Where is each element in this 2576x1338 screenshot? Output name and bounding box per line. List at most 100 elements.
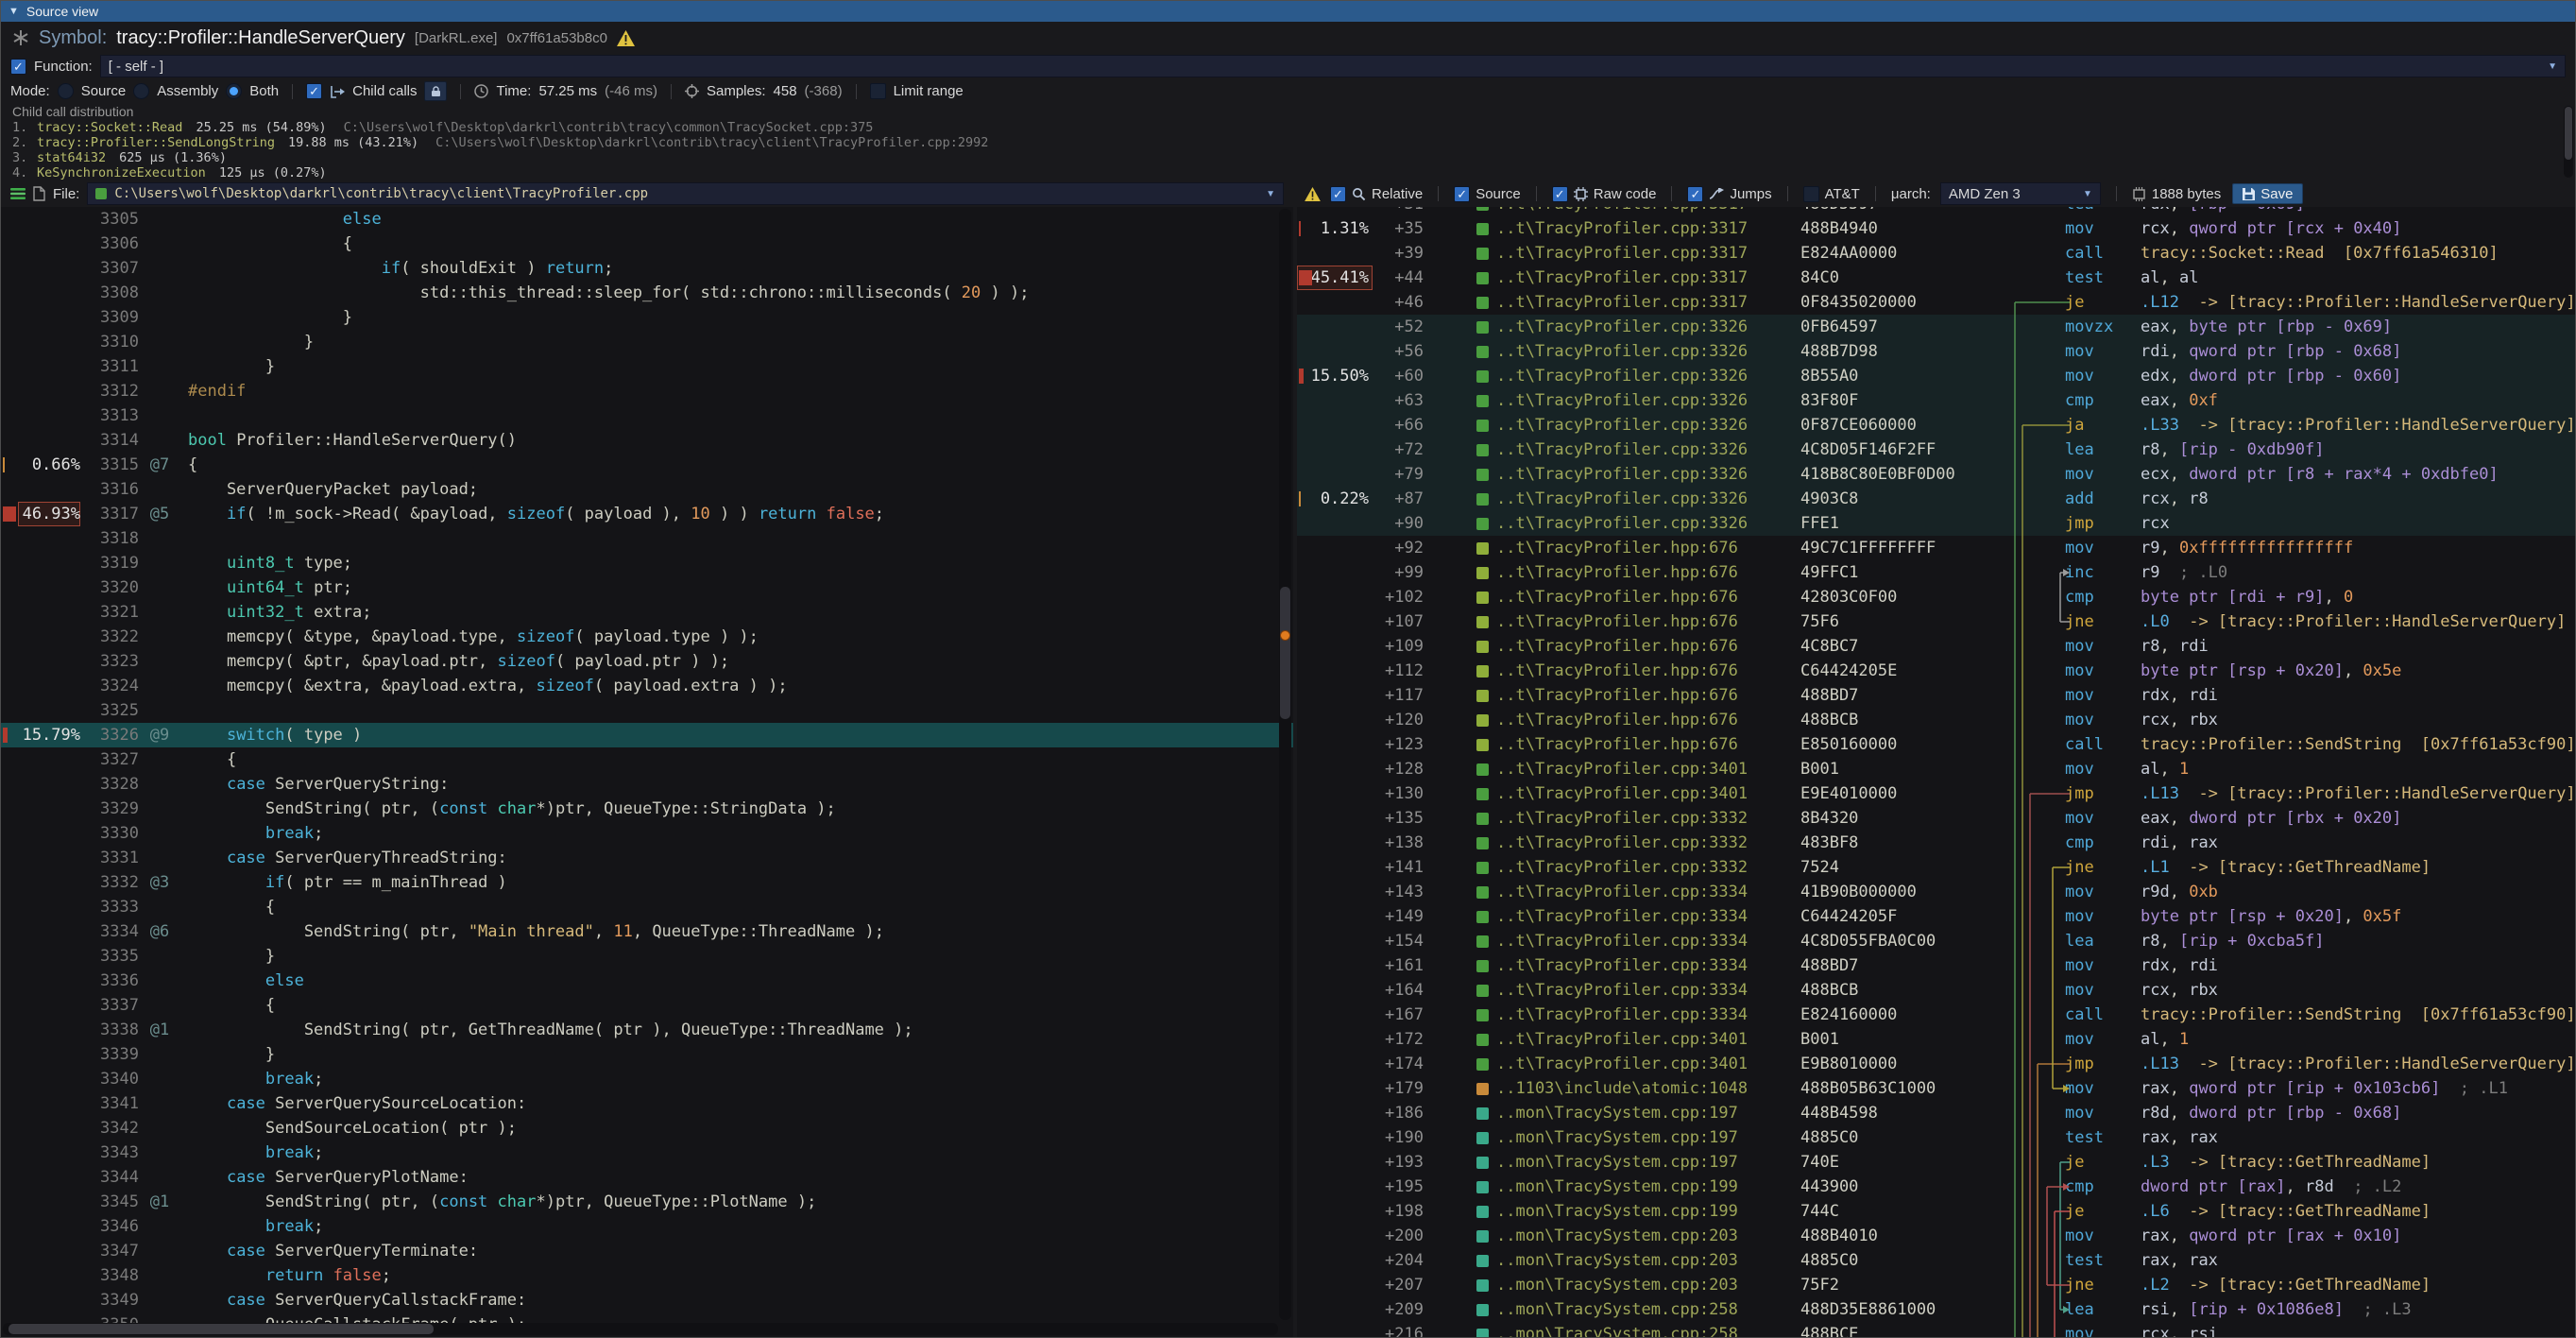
asm-row[interactable]: +149..t\TracyProfiler.cpp:3334C64424205F…: [1297, 904, 2575, 929]
scrollbar-thumb[interactable]: [2565, 107, 2572, 160]
source-line[interactable]: 3339 }: [1, 1042, 1293, 1067]
source-line[interactable]: 3325: [1, 698, 1293, 723]
asm-row[interactable]: +186..mon\TracySystem.cpp:197448B4598mov…: [1297, 1101, 2575, 1125]
source-line[interactable]: 3316 ServerQueryPacket payload;: [1, 477, 1293, 502]
asm-row[interactable]: +198..mon\TracySystem.cpp:199744Cje.L6 -…: [1297, 1199, 2575, 1224]
radio-both[interactable]: [226, 83, 242, 99]
source-line[interactable]: 0.66%3315@7{: [1, 453, 1293, 477]
source-line[interactable]: 3338@1 SendString( ptr, GetThreadName( p…: [1, 1018, 1293, 1042]
radio-source-label[interactable]: Source: [81, 83, 127, 99]
chevron-down-icon[interactable]: ▼: [2083, 189, 2092, 199]
source-line[interactable]: 3329 SendString( ptr, (const char*)ptr, …: [1, 797, 1293, 821]
scrollbar-thumb[interactable]: [9, 1324, 434, 1334]
source-line[interactable]: 3331 case ServerQueryThreadString:: [1, 846, 1293, 870]
source-horizontal-scrollbar[interactable]: [3, 1323, 1278, 1335]
asm-row[interactable]: +167..t\TracyProfiler.cpp:3334E824160000…: [1297, 1003, 2575, 1027]
source-line[interactable]: 3318: [1, 526, 1293, 551]
relative-checkbox[interactable]: [1330, 186, 1346, 202]
source-checkbox[interactable]: [1454, 186, 1470, 202]
raw-code-label[interactable]: Raw code: [1594, 186, 1657, 202]
asm-row[interactable]: +52..t\TracyProfiler.cpp:33260FB64597mov…: [1297, 315, 2575, 339]
asm-row[interactable]: +207..mon\TracySystem.cpp:20375F2jne.L2 …: [1297, 1273, 2575, 1297]
child-call-scrollbar[interactable]: [2564, 106, 2573, 178]
asm-row[interactable]: +204..mon\TracySystem.cpp:2034885C0testr…: [1297, 1248, 2575, 1273]
source-line[interactable]: 3323 memcpy( &ptr, &payload.ptr, sizeof(…: [1, 649, 1293, 674]
source-line[interactable]: 3333 {: [1, 895, 1293, 919]
raw-code-checkbox[interactable]: [1552, 186, 1568, 202]
source-vertical-scrollbar[interactable]: [1279, 209, 1291, 1320]
asm-row[interactable]: +216..mon\TracySystem.cpp:258488BCEmovrc…: [1297, 1322, 2575, 1337]
asm-row[interactable]: +190..mon\TracySystem.cpp:1974885C0testr…: [1297, 1125, 2575, 1150]
source-line[interactable]: 3324 memcpy( &extra, &payload.extra, siz…: [1, 674, 1293, 698]
source-line[interactable]: 3312#endif: [1, 379, 1293, 403]
source-line[interactable]: 3320 uint64_t ptr;: [1, 575, 1293, 600]
asm-row[interactable]: +200..mon\TracySystem.cpp:203488B4010mov…: [1297, 1224, 2575, 1248]
asm-row[interactable]: +92..t\TracyProfiler.hpp:67649C7C1FFFFFF…: [1297, 536, 2575, 560]
asm-row[interactable]: +143..t\TracyProfiler.cpp:333441B90B0000…: [1297, 880, 2575, 904]
limit-range-label[interactable]: Limit range: [894, 83, 964, 99]
asm-row[interactable]: +193..mon\TracySystem.cpp:197740Eje.L3 -…: [1297, 1150, 2575, 1175]
asm-row[interactable]: +172..t\TracyProfiler.cpp:3401B001moval,…: [1297, 1027, 2575, 1052]
att-checkbox[interactable]: [1803, 186, 1819, 202]
asm-row[interactable]: +72..t\TracyProfiler.cpp:33264C8D05F146F…: [1297, 437, 2575, 462]
chevron-down-icon[interactable]: ▼: [2548, 61, 2557, 72]
source-line[interactable]: 3344 case ServerQueryPlotName:: [1, 1165, 1293, 1190]
radio-source[interactable]: [58, 83, 74, 99]
asm-row[interactable]: +195..mon\TracySystem.cpp:199443900cmpdw…: [1297, 1175, 2575, 1199]
asm-row[interactable]: +31..t\TracyProfiler.cpp:3317488D5597lea…: [1297, 207, 2575, 216]
asm-row[interactable]: +164..t\TracyProfiler.cpp:3334488BCBmovr…: [1297, 978, 2575, 1003]
source-line[interactable]: 3328 case ServerQueryString:: [1, 772, 1293, 797]
source-line[interactable]: 15.79%3326@9 switch( type ): [1, 723, 1293, 747]
source-line[interactable]: 3308 std::this_thread::sleep_for( std::c…: [1, 281, 1293, 305]
source-line[interactable]: 3335 }: [1, 944, 1293, 969]
source-line[interactable]: 3332@3 if( ptr == m_mainThread ): [1, 870, 1293, 895]
radio-assembly-label[interactable]: Assembly: [157, 83, 218, 99]
asm-row[interactable]: +102..t\TracyProfiler.hpp:67642803C0F00c…: [1297, 585, 2575, 609]
lock-button[interactable]: [424, 81, 447, 101]
child-call-entry[interactable]: 2.tracy::Profiler::SendLongString19.88 m…: [12, 135, 2564, 150]
asm-row[interactable]: +154..t\TracyProfiler.cpp:33344C8D055FBA…: [1297, 929, 2575, 953]
selected-line-marker-icon[interactable]: [1280, 630, 1290, 641]
asm-row[interactable]: +141..t\TracyProfiler.cpp:33327524jne.L1…: [1297, 855, 2575, 880]
asm-row[interactable]: +120..t\TracyProfiler.hpp:676488BCBmovrc…: [1297, 708, 2575, 732]
asm-row[interactable]: +179..1103\include\atomic:1048488B05B63C…: [1297, 1076, 2575, 1101]
source-label[interactable]: Source: [1476, 186, 1521, 202]
source-line[interactable]: 3319 uint8_t type;: [1, 551, 1293, 575]
jumps-checkbox[interactable]: [1687, 186, 1703, 202]
source-line[interactable]: 3309 }: [1, 305, 1293, 330]
asm-row[interactable]: +63..t\TracyProfiler.cpp:332683F80Fcmpea…: [1297, 388, 2575, 413]
radio-assembly[interactable]: [133, 83, 149, 99]
source-line[interactable]: 3346 break;: [1, 1214, 1293, 1239]
source-line[interactable]: 3343 break;: [1, 1141, 1293, 1165]
asm-row[interactable]: +161..t\TracyProfiler.cpp:3334488BD7movr…: [1297, 953, 2575, 978]
file-combo[interactable]: C:\Users\wolf\Desktop\darkrl\contrib\tra…: [87, 182, 1284, 205]
jumps-label[interactable]: Jumps: [1730, 186, 1771, 202]
asm-row[interactable]: +90..t\TracyProfiler.cpp:3326FFE1jmprcx: [1297, 511, 2575, 536]
function-combo[interactable]: [ - self - ] ▼: [100, 55, 2566, 77]
asm-row[interactable]: +99..t\TracyProfiler.hpp:67649FFC1incr9 …: [1297, 560, 2575, 585]
asm-row[interactable]: +39..t\TracyProfiler.cpp:3317E824AA0000c…: [1297, 241, 2575, 266]
file-list-icon[interactable]: [10, 187, 26, 200]
source-line[interactable]: 3342 SendSourceLocation( ptr );: [1, 1116, 1293, 1141]
asm-row[interactable]: +109..t\TracyProfiler.hpp:6764C8BC7movr8…: [1297, 634, 2575, 659]
collapse-icon[interactable]: ▼: [9, 6, 19, 17]
asm-row[interactable]: 45.41%+44..t\TracyProfiler.cpp:331784C0t…: [1297, 266, 2575, 290]
asm-row[interactable]: +117..t\TracyProfiler.hpp:676488BD7movrd…: [1297, 683, 2575, 708]
source-line[interactable]: 3310 }: [1, 330, 1293, 354]
source-line[interactable]: 3337 {: [1, 993, 1293, 1018]
asm-row[interactable]: +66..t\TracyProfiler.cpp:33260F87CE06000…: [1297, 413, 2575, 437]
source-line[interactable]: 3322 memcpy( &type, &payload.type, sizeo…: [1, 625, 1293, 649]
source-line[interactable]: 3327 {: [1, 747, 1293, 772]
asm-row[interactable]: 0.22%+87..t\TracyProfiler.cpp:33264903C8…: [1297, 487, 2575, 511]
child-calls-checkbox[interactable]: [306, 83, 322, 99]
child-calls-label[interactable]: Child calls: [352, 83, 417, 99]
asm-row[interactable]: +123..t\TracyProfiler.hpp:676E850160000c…: [1297, 732, 2575, 757]
child-call-entry[interactable]: 1.tracy::Socket::Read25.25 ms (54.89%)C:…: [12, 120, 2564, 135]
source-line[interactable]: 3341 case ServerQuerySourceLocation:: [1, 1091, 1293, 1116]
asm-row[interactable]: +79..t\TracyProfiler.cpp:3326418B8C80E0B…: [1297, 462, 2575, 487]
function-checkbox[interactable]: [10, 59, 26, 75]
relative-label[interactable]: Relative: [1372, 186, 1423, 202]
uarch-combo[interactable]: AMD Zen 3 ▼: [1940, 182, 2101, 205]
asm-row[interactable]: +46..t\TracyProfiler.cpp:33170F843502000…: [1297, 290, 2575, 315]
source-line[interactable]: 3330 break;: [1, 821, 1293, 846]
